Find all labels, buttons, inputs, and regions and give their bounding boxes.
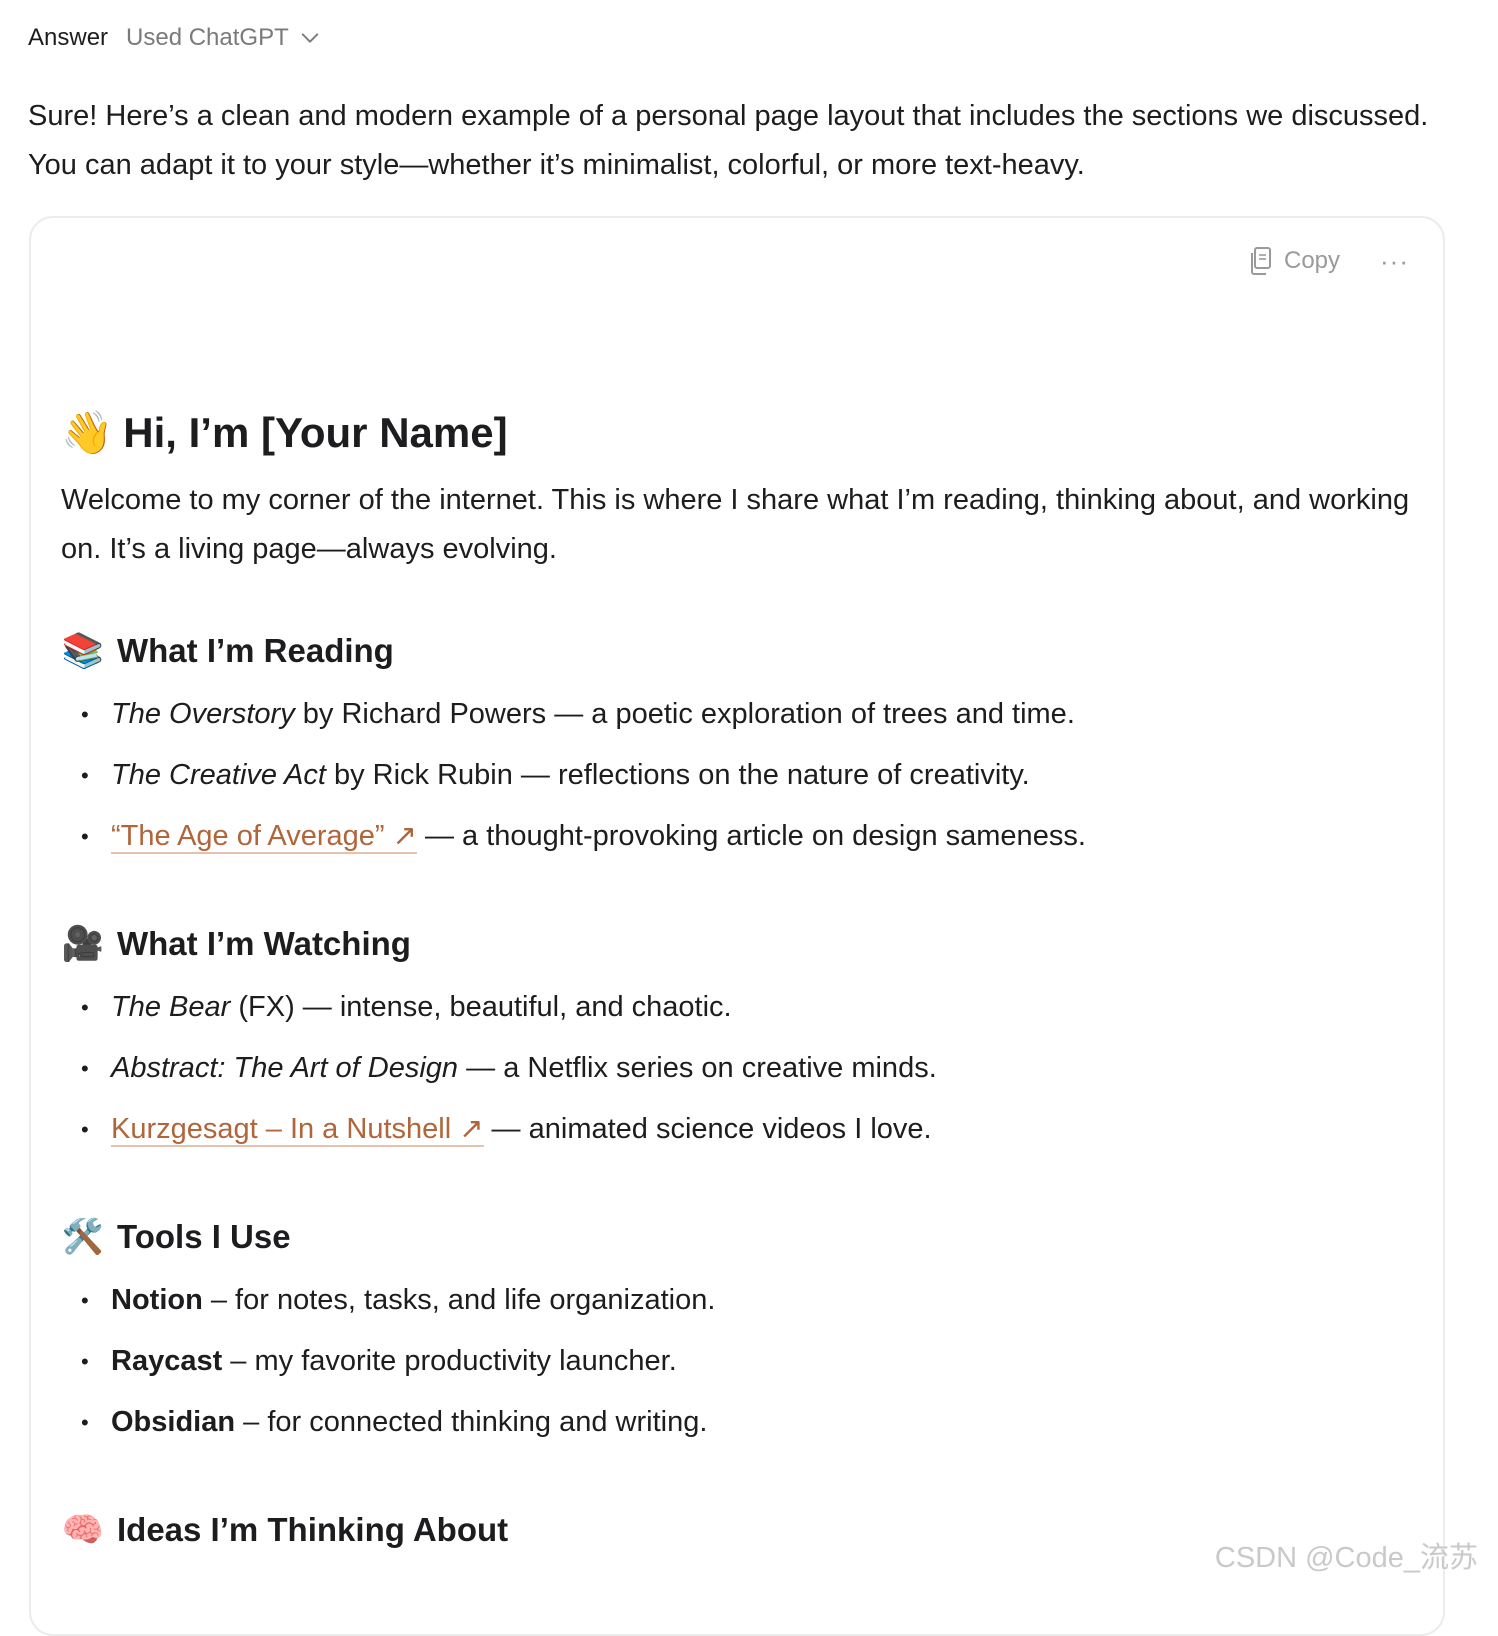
reading-heading-text: What I’m Reading xyxy=(117,632,394,669)
channel-link[interactable]: Kurzgesagt – In a Nutshell ↗ xyxy=(111,1113,484,1147)
waving-hand-icon: 👋 xyxy=(61,408,114,456)
bullet: • xyxy=(81,995,89,1020)
bullet: • xyxy=(81,763,89,788)
watermark: CSDN @Code_流苏 xyxy=(1214,1542,1478,1574)
tool-name: Notion xyxy=(111,1284,203,1316)
brain-icon: 🧠 xyxy=(61,1511,105,1549)
answer-tab[interactable]: Answer xyxy=(28,24,108,52)
book-title: The Overstory xyxy=(111,698,295,730)
reading-section: 📚 What I’m Reading • The Overstory by Ric… xyxy=(61,626,1421,867)
item-description: (FX) — intense, beautiful, and chaotic. xyxy=(230,991,732,1023)
list-item: • Obsidian – for connected thinking and w… xyxy=(61,1392,1421,1453)
bullet: • xyxy=(81,1410,89,1435)
list-item: • The Bear (FX) — intense, beautiful, and… xyxy=(61,977,1421,1038)
watching-list: • The Bear (FX) — intense, beautiful, and… xyxy=(61,977,1421,1160)
item-description: by Richard Powers — a poetic exploration… xyxy=(294,698,1075,730)
item-description: — animated science videos I love. xyxy=(483,1113,932,1145)
list-item: • The Creative Act by Rick Rubin — reflec… xyxy=(61,745,1421,806)
list-item: • Raycast – my favorite productivity laun… xyxy=(61,1331,1421,1392)
list-item: • The Overstory by Richard Powers — a poe… xyxy=(61,684,1421,745)
tools-icon: 🛠️ xyxy=(61,1218,105,1256)
list-item: • Kurzgesagt – In a Nutshell ↗ — animated… xyxy=(61,1099,1421,1160)
bullet: • xyxy=(81,1288,89,1313)
personal-page-preview: 👋 Hi, I’m [Your Name] Welcome to my corn… xyxy=(61,398,1421,1555)
item-description: — a thought-provoking article on design … xyxy=(416,820,1086,852)
item-description: – for notes, tasks, and life organizatio… xyxy=(202,1284,716,1316)
model-selector[interactable]: Used ChatGPT xyxy=(126,24,321,52)
tool-name: Obsidian xyxy=(111,1406,236,1438)
bullet: • xyxy=(81,1349,89,1374)
show-title: The Bear xyxy=(111,991,231,1023)
bullet: • xyxy=(81,824,89,849)
list-item: • “The Age of Average” ↗ — a thought-prov… xyxy=(61,806,1421,867)
books-icon: 📚 xyxy=(61,632,105,670)
more-options-button[interactable]: ··· xyxy=(1380,248,1409,274)
item-description: — a Netflix series on creative minds. xyxy=(458,1052,937,1084)
show-title: Abstract: The Art of Design xyxy=(111,1052,459,1084)
tools-heading-text: Tools I Use xyxy=(117,1218,291,1255)
article-link[interactable]: “The Age of Average” ↗ xyxy=(111,820,417,854)
intro-text: Sure! Here’s a clean and modern example … xyxy=(28,100,1429,181)
bullet: • xyxy=(81,1056,89,1081)
code-card: Copy ··· 👋 Hi, I’m [Your Name] Welcome t… xyxy=(29,216,1445,1636)
list-item: • Notion – for notes, tasks, and life org… xyxy=(61,1270,1421,1331)
welcome-text: Welcome to my corner of the internet. Th… xyxy=(61,484,1410,565)
tool-name: Raycast xyxy=(111,1345,223,1377)
page-title: 👋 Hi, I’m [Your Name] xyxy=(61,398,1421,468)
tools-heading: 🛠️ Tools I Use xyxy=(61,1212,1421,1262)
tools-section: 🛠️ Tools I Use • Notion – for notes, task… xyxy=(61,1212,1421,1453)
copy-icon xyxy=(1250,247,1271,275)
card-actions: Copy ··· xyxy=(1248,246,1409,276)
copy-label: Copy xyxy=(1283,247,1341,274)
watching-section: 🎥 What I’m Watching • The Bear (FX) — int… xyxy=(61,919,1421,1160)
reading-list: • The Overstory by Richard Powers — a poe… xyxy=(61,684,1421,867)
answer-header: Answer Used ChatGPT xyxy=(28,20,321,56)
book-title: The Creative Act xyxy=(111,759,326,791)
reading-heading: 📚 What I’m Reading xyxy=(61,626,1421,676)
item-description: – my favorite productivity launcher. xyxy=(222,1345,677,1377)
ideas-heading-text: Ideas I’m Thinking About xyxy=(117,1511,509,1548)
page-title-text: Hi, I’m [Your Name] xyxy=(123,409,508,456)
watching-heading: 🎥 What I’m Watching xyxy=(61,919,1421,969)
copy-button[interactable]: Copy xyxy=(1248,246,1340,276)
bullet: • xyxy=(81,1117,89,1142)
model-label: Used ChatGPT xyxy=(126,24,289,51)
watching-heading-text: What I’m Watching xyxy=(117,925,411,962)
item-description: – for connected thinking and writing. xyxy=(235,1406,708,1438)
tools-list: • Notion – for notes, tasks, and life org… xyxy=(61,1270,1421,1453)
list-item: • Abstract: The Art of Design — a Netflix… xyxy=(61,1038,1421,1099)
bullet: • xyxy=(81,702,89,727)
item-description: by Rick Rubin — reflections on the natur… xyxy=(325,759,1030,791)
chevron-down-icon xyxy=(301,33,319,43)
movie-camera-icon: 🎥 xyxy=(61,925,105,963)
